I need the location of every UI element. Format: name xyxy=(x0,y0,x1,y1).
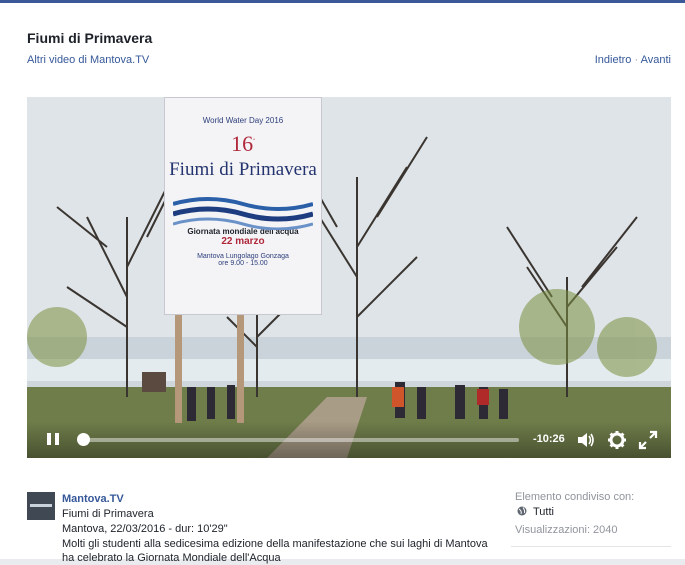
sign-event: World Water Day 2016 xyxy=(202,116,284,125)
page-avatar[interactable] xyxy=(27,492,55,520)
video-title: Fiumi di Primavera xyxy=(62,508,154,520)
sign-edition: 16ª xyxy=(231,131,255,156)
sign-name: Fiumi di Primavera xyxy=(169,159,317,180)
video-meta: Mantova, 22/03/2016 - dur: 10'29" xyxy=(62,523,228,535)
pause-icon xyxy=(47,433,51,445)
globe-icon xyxy=(517,506,527,516)
event-sign: World Water Day 2016 16ª Fiumi di Primav… xyxy=(164,97,322,315)
player-controls: -10:26 xyxy=(27,421,671,458)
view-count: Visualizzazioni: 2040 xyxy=(515,524,618,536)
next-link[interactable]: Avanti xyxy=(641,54,671,66)
page-title: Fiumi di Primavera xyxy=(27,30,153,46)
video-player[interactable]: World Water Day 2016 16ª Fiumi di Primav… xyxy=(27,97,671,458)
sign-date: 22 marzo xyxy=(221,236,265,247)
progress-track[interactable] xyxy=(82,438,519,442)
shared-with-label: Elemento condiviso con: xyxy=(515,491,635,503)
sidebar-divider xyxy=(511,546,671,547)
pager: Indietro · Avanti xyxy=(595,54,671,66)
time-remaining: -10:26 xyxy=(533,433,565,445)
video-description: Molti gli studenti alla sedicesima edizi… xyxy=(62,538,488,564)
sign-hours: ore 9.00 - 15.00 xyxy=(218,260,268,267)
sign-location: Mantova Lungolago Gonzaga xyxy=(197,253,289,260)
video-frame xyxy=(27,97,671,458)
settings-gear-icon[interactable] xyxy=(607,430,627,450)
nav-separator: · xyxy=(634,54,639,66)
more-videos-link[interactable]: Altri video di Mantova.TV xyxy=(27,54,149,66)
progress-handle[interactable] xyxy=(77,433,90,446)
page-name-link[interactable]: Mantova.TV xyxy=(62,493,124,505)
fullscreen-icon[interactable] xyxy=(638,430,658,450)
volume-icon[interactable] xyxy=(576,430,596,450)
prev-link[interactable]: Indietro xyxy=(595,54,632,66)
wave-logo xyxy=(173,197,313,230)
pause-button[interactable] xyxy=(45,430,61,448)
audience-value[interactable]: Tutti xyxy=(533,506,554,518)
